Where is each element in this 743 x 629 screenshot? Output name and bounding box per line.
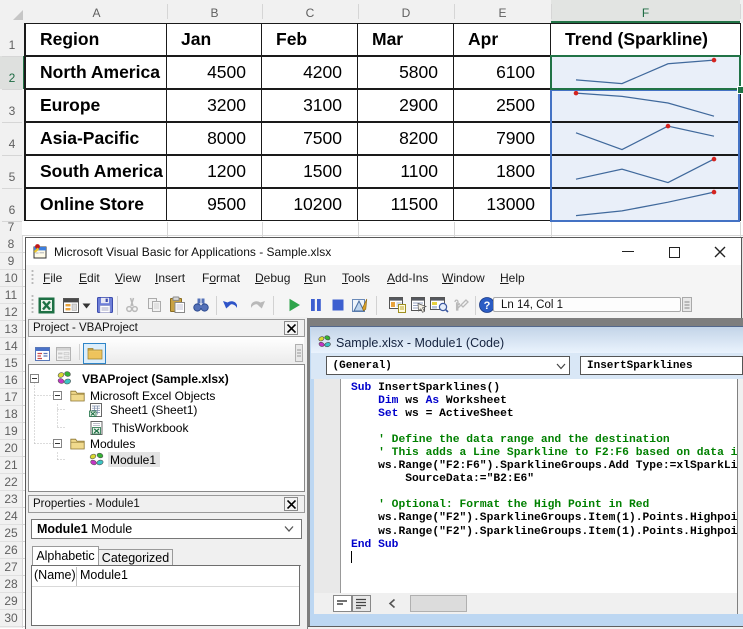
svg-text:?: ?	[484, 300, 491, 312]
